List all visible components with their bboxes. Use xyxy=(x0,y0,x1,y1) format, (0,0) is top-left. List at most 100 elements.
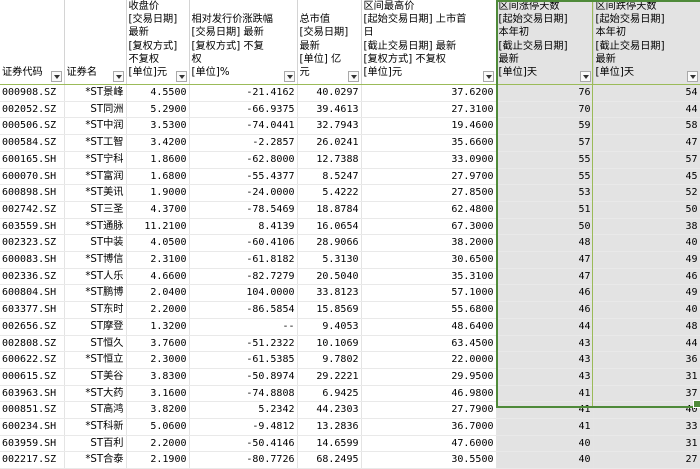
cell-up[interactable]: 40 xyxy=(496,451,594,469)
cell-rise[interactable]: -61.5385 xyxy=(189,351,298,369)
cell-rise[interactable]: -61.8182 xyxy=(189,251,298,269)
cell-close[interactable]: 4.3700 xyxy=(126,201,190,219)
cell-rise[interactable]: -2.2857 xyxy=(189,134,298,152)
cell-down[interactable]: 52 xyxy=(593,184,700,202)
cell-code[interactable]: 600804.SH xyxy=(0,284,65,303)
cell-name[interactable]: ST美谷 xyxy=(64,368,127,386)
cell-up[interactable]: 48 xyxy=(496,234,594,253)
cell-close[interactable]: 2.1900 xyxy=(126,451,190,469)
cell-code[interactable]: 000584.SZ xyxy=(0,134,65,152)
cell-high[interactable]: 30.5500 xyxy=(361,451,497,469)
cell-down[interactable]: 27 xyxy=(593,451,700,469)
cell-close[interactable]: 1.6800 xyxy=(126,168,190,186)
cell-high[interactable]: 63.4500 xyxy=(361,335,497,353)
cell-mcap[interactable]: 33.8123 xyxy=(297,284,362,303)
cell-up[interactable]: 47 xyxy=(496,251,594,269)
cell-close[interactable]: 1.8600 xyxy=(126,151,190,169)
cell-mcap[interactable]: 26.0241 xyxy=(297,134,362,152)
cell-up[interactable]: 51 xyxy=(496,201,594,219)
cell-close[interactable]: 1.9000 xyxy=(126,184,190,202)
cell-name[interactable]: *ST人乐 xyxy=(64,268,127,286)
cell-name[interactable]: *ST景峰 xyxy=(64,84,127,102)
cell-mcap[interactable]: 9.4053 xyxy=(297,318,362,336)
cell-up[interactable]: 40 xyxy=(496,435,594,453)
cell-close[interactable]: 4.5500 xyxy=(126,84,190,102)
cell-down[interactable]: 50 xyxy=(593,201,700,219)
cell-down[interactable]: 47 xyxy=(593,134,700,152)
cell-close[interactable]: 3.4200 xyxy=(126,134,190,152)
cell-down[interactable]: 31 xyxy=(593,368,700,386)
cell-mcap[interactable]: 44.2303 xyxy=(297,401,362,420)
cell-code[interactable]: 002217.SZ xyxy=(0,451,65,469)
filter-dropdown-icon[interactable] xyxy=(347,71,359,82)
cell-name[interactable]: *ST博信 xyxy=(64,251,127,269)
cell-high[interactable]: 62.4800 xyxy=(361,201,497,219)
cell-up[interactable]: 43 xyxy=(496,335,594,353)
cell-name[interactable]: ST三圣 xyxy=(64,201,127,219)
cell-mcap[interactable]: 12.7388 xyxy=(297,151,362,169)
cell-name[interactable]: ST摩登 xyxy=(64,318,127,336)
cell-name[interactable]: *ST美讯 xyxy=(64,184,127,202)
cell-code[interactable]: 000615.SZ xyxy=(0,368,65,386)
column-header-name[interactable]: 证券名 xyxy=(64,0,127,85)
cell-high[interactable]: 27.3100 xyxy=(361,101,497,119)
cell-rise[interactable]: -21.4162 xyxy=(189,84,298,102)
cell-up[interactable]: 41 xyxy=(496,418,594,436)
column-header-close[interactable]: 收盘价 [交易日期] 最新 [复权方式] 不复权 [单位]元 xyxy=(126,0,190,85)
cell-up[interactable]: 47 xyxy=(496,268,594,286)
cell-down[interactable]: 31 xyxy=(593,435,700,453)
cell-mcap[interactable]: 28.9066 xyxy=(297,234,362,253)
cell-name[interactable]: ST高鸿 xyxy=(64,401,127,420)
cell-down[interactable]: 49 xyxy=(593,251,700,269)
cell-down[interactable]: 44 xyxy=(593,335,700,353)
cell-code[interactable]: 000506.SZ xyxy=(0,117,65,136)
cell-code[interactable]: 603377.SH xyxy=(0,301,65,319)
filter-dropdown-icon[interactable] xyxy=(283,71,295,82)
cell-close[interactable]: 3.7600 xyxy=(126,335,190,353)
cell-rise[interactable]: -74.8808 xyxy=(189,385,298,403)
cell-mcap[interactable]: 29.2221 xyxy=(297,368,362,386)
cell-down[interactable]: 49 xyxy=(593,284,700,303)
column-header-code[interactable]: 证券代码 xyxy=(0,0,65,85)
cell-close[interactable]: 3.8300 xyxy=(126,368,190,386)
cell-high[interactable]: 48.6400 xyxy=(361,318,497,336)
cell-name[interactable]: *ST恒立 xyxy=(64,351,127,369)
cell-close[interactable]: 3.1600 xyxy=(126,385,190,403)
cell-up[interactable]: 46 xyxy=(496,284,594,303)
cell-down[interactable]: 46 xyxy=(593,268,700,286)
cell-mcap[interactable]: 8.5247 xyxy=(297,168,362,186)
cell-high[interactable]: 33.0900 xyxy=(361,151,497,169)
cell-code[interactable]: 000908.SZ xyxy=(0,84,65,102)
cell-name[interactable]: *ST富润 xyxy=(64,168,127,186)
cell-name[interactable]: ST中装 xyxy=(64,234,127,253)
cell-up[interactable]: 43 xyxy=(496,351,594,369)
cell-name[interactable]: *ST科新 xyxy=(64,418,127,436)
cell-high[interactable]: 30.6500 xyxy=(361,251,497,269)
cell-mcap[interactable]: 9.7802 xyxy=(297,351,362,369)
cell-high[interactable]: 35.3100 xyxy=(361,268,497,286)
cell-rise[interactable]: -50.8974 xyxy=(189,368,298,386)
cell-code[interactable]: 000851.SZ xyxy=(0,401,65,420)
cell-code[interactable]: 002742.SZ xyxy=(0,201,65,219)
cell-high[interactable]: 27.8500 xyxy=(361,184,497,202)
cell-up[interactable]: 44 xyxy=(496,318,594,336)
cell-down[interactable]: 33 xyxy=(593,418,700,436)
cell-mcap[interactable]: 6.9425 xyxy=(297,385,362,403)
cell-rise[interactable]: -80.7726 xyxy=(189,451,298,469)
cell-down[interactable]: 38 xyxy=(593,218,700,236)
cell-name[interactable]: ST恒久 xyxy=(64,335,127,353)
cell-high[interactable]: 47.6000 xyxy=(361,435,497,453)
cell-rise[interactable]: 104.0000 xyxy=(189,284,298,303)
cell-rise[interactable]: -- xyxy=(189,318,298,336)
cell-down[interactable]: 44 xyxy=(593,101,700,119)
cell-code[interactable]: 002656.SZ xyxy=(0,318,65,336)
cell-rise[interactable]: -78.5469 xyxy=(189,201,298,219)
cell-name[interactable]: *ST大药 xyxy=(64,385,127,403)
cell-code[interactable]: 603959.SH xyxy=(0,435,65,453)
cell-down[interactable]: 48 xyxy=(593,318,700,336)
cell-down[interactable]: 37 xyxy=(593,385,700,403)
cell-high[interactable]: 35.6600 xyxy=(361,134,497,152)
cell-up[interactable]: 55 xyxy=(496,151,594,169)
column-header-mcap[interactable]: 总市值 [交易日期] 最新 [单位] 亿元 xyxy=(297,0,362,85)
cell-mcap[interactable]: 32.7943 xyxy=(297,117,362,136)
